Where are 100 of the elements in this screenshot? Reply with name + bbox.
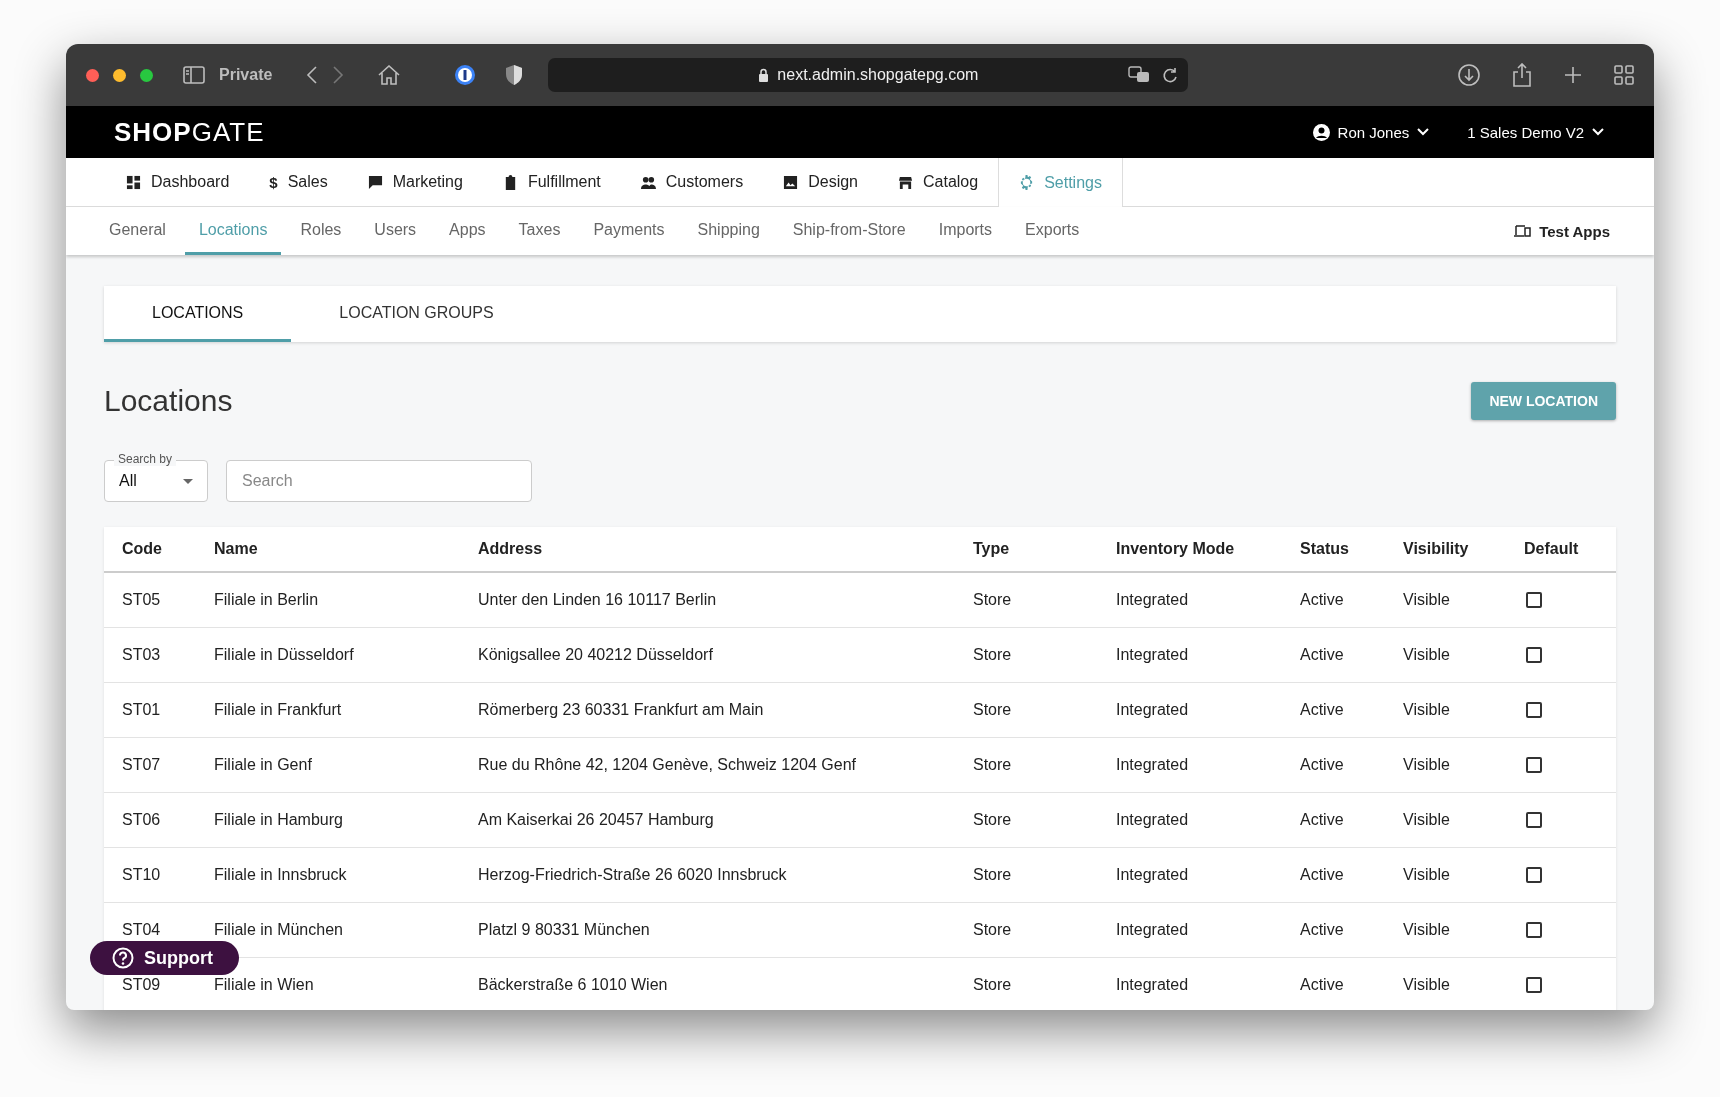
table-cell-text: Visible (1403, 591, 1451, 609)
main-nav-tab[interactable]: Customers (620, 158, 764, 206)
sub-nav-tab[interactable]: Users (360, 207, 431, 255)
minimize-button[interactable] (113, 68, 126, 82)
dropdown-arrow-icon (183, 478, 193, 484)
support-button[interactable]: Support (90, 941, 239, 975)
shield-icon[interactable] (504, 64, 525, 86)
table-cell-text: Active (1300, 811, 1345, 829)
default-checkbox[interactable] (1526, 592, 1542, 608)
test-apps-button[interactable]: Test Apps (1507, 207, 1616, 255)
nav-icon (783, 174, 799, 190)
sub-nav-tab[interactable]: Apps (435, 207, 500, 255)
table-cell-text: Visible (1403, 866, 1451, 884)
table-cell-text: Königsallee 20 40212 Düsseldorf (478, 646, 714, 664)
password-manager-icon[interactable] (454, 64, 477, 86)
tab[interactable]: LOCATIONS (104, 286, 292, 342)
user-icon (1312, 123, 1330, 141)
column-header[interactable]: Default (1524, 540, 1616, 558)
table-cell-text: Römerberg 23 60331 Frankfurt am Main (478, 701, 765, 719)
table-cell-text: Active (1300, 756, 1345, 774)
back-icon[interactable] (306, 66, 319, 84)
table-cell-text: Filiale in Hamburg (214, 811, 344, 829)
table-cell-text: Platzl 9 80331 München (478, 921, 651, 939)
table-cell-text: ST04 (122, 921, 162, 939)
table-cell-text: Active (1300, 866, 1345, 884)
column-header[interactable]: Inventory Mode (1116, 540, 1300, 558)
default-checkbox[interactable] (1526, 812, 1542, 828)
table-cell-text: Visible (1403, 921, 1451, 939)
column-header[interactable]: Code (122, 540, 214, 558)
default-checkbox[interactable] (1526, 702, 1542, 718)
logo[interactable]: SHOPGATE (114, 116, 265, 148)
table-cell-text: Am Kaiserkai 26 20457 Hamburg (478, 811, 715, 829)
table-cell-text: Active (1300, 701, 1345, 719)
default-checkbox[interactable] (1526, 647, 1542, 663)
table-cell-text: Integrated (1116, 701, 1190, 719)
table-cell-text: ST03 (122, 646, 162, 664)
sub-nav-tab[interactable]: Taxes (504, 207, 575, 255)
table-cell-text: ST07 (122, 756, 162, 774)
table-cell-text: Herzog-Friedrich-Straße 26 6020 Innsbruck (478, 866, 788, 884)
translate-icon[interactable] (1128, 66, 1151, 84)
table-cell-text: Visible (1403, 756, 1451, 774)
table-cell-text: ST05 (122, 591, 162, 609)
column-header[interactable]: Visibility (1403, 540, 1524, 558)
table-cell-text: Store (973, 591, 1013, 609)
download-icon[interactable] (1458, 64, 1480, 86)
table-cell-text: Visible (1403, 811, 1451, 829)
sub-nav-tab[interactable]: General (95, 207, 180, 255)
column-header[interactable]: Status (1300, 540, 1403, 558)
search-field[interactable]: Search (226, 460, 532, 502)
sub-nav-tab[interactable]: Imports (924, 207, 1007, 255)
shop-menu[interactable]: 1 Sales Demo V2 (1461, 122, 1610, 142)
default-checkbox[interactable] (1526, 922, 1542, 938)
sub-nav-tab[interactable]: Exports (1011, 207, 1094, 255)
table-cell-text: Store (973, 921, 1013, 939)
main-nav-tab[interactable]: Design (763, 158, 878, 206)
column-header[interactable]: Type (973, 540, 1116, 558)
new-tab-icon[interactable] (1564, 66, 1582, 84)
main-nav-tab[interactable]: Catalog (878, 158, 999, 206)
reload-icon[interactable] (1162, 66, 1179, 84)
column-header[interactable]: Name (214, 540, 478, 558)
default-checkbox[interactable] (1526, 757, 1542, 773)
main-nav-tab[interactable]: $ Sales (249, 158, 348, 206)
field-label: Search by (114, 452, 177, 466)
tab[interactable]: LOCATION GROUPS (291, 286, 542, 342)
table-cell-text: Integrated (1116, 591, 1190, 609)
table-cell-text: Visible (1403, 701, 1451, 719)
zoom-button[interactable] (140, 68, 153, 82)
sub-nav-tab[interactable]: Shipping (683, 207, 774, 255)
table-cell-text: Filiale in Düsseldorf (214, 646, 355, 664)
devices-icon (1513, 224, 1532, 238)
user-menu[interactable]: Ron Jones (1306, 122, 1436, 142)
sub-nav-tab[interactable]: Ship-from-Store (778, 207, 920, 255)
table-cell-text: Store (973, 701, 1013, 719)
table-cell-text: Filiale in Wien (214, 976, 315, 994)
nav-icon (898, 174, 913, 190)
table-cell-text: Rue du Rhône 42, 1204 Genève, Schweiz 1204 Genf (478, 756, 858, 774)
lock-icon (758, 68, 770, 82)
table-cell-text: Active (1300, 921, 1345, 939)
table-cell-text: Integrated (1116, 756, 1190, 774)
default-checkbox[interactable] (1526, 977, 1542, 993)
main-nav-tab[interactable]: Marketing (347, 158, 483, 206)
share-icon[interactable] (1512, 63, 1532, 87)
default-checkbox[interactable] (1526, 867, 1542, 883)
close-button[interactable] (86, 68, 99, 82)
table-cell-text: Integrated (1116, 921, 1190, 939)
main-nav-tab[interactable]: Fulfillment (482, 158, 621, 206)
sub-nav-tab[interactable]: Roles (286, 207, 356, 255)
home-icon[interactable] (378, 65, 401, 85)
table-cell-text: Visible (1403, 646, 1451, 664)
main-nav-tab[interactable]: Dashboard (106, 158, 250, 206)
address-bar[interactable]: next.admin.shopgatepg.com (777, 66, 979, 84)
dropdown-value: All (119, 472, 137, 490)
forward-icon[interactable] (332, 66, 345, 84)
nav-icon (640, 174, 656, 190)
sidebar-icon[interactable] (183, 66, 205, 84)
table-cell-text: Filiale in Genf (214, 756, 313, 774)
tab-overview-icon[interactable] (1614, 65, 1634, 85)
nav-icon (367, 174, 383, 190)
sub-nav-tab[interactable]: Payments (579, 207, 679, 255)
column-header[interactable]: Address (478, 540, 973, 558)
